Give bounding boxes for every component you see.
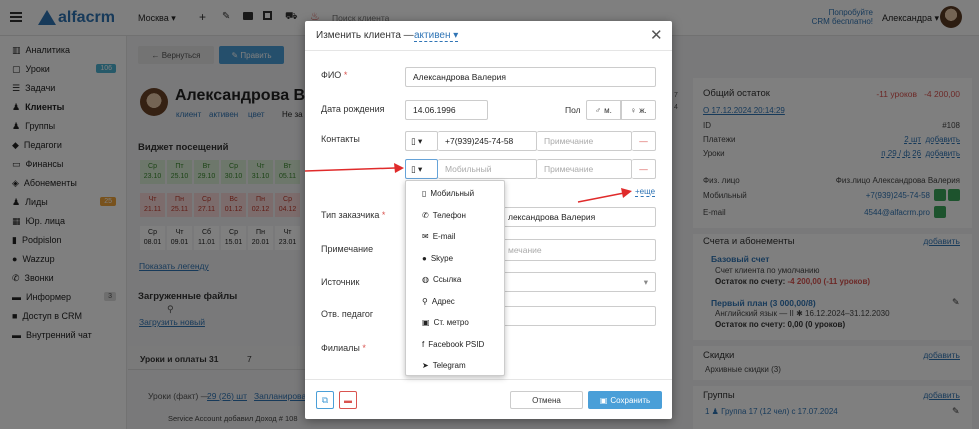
arrow-to-more-link [577,192,625,203]
arrow-head-2 [621,188,632,198]
annotation-arrows [304,163,632,203]
arrow-head-1 [394,163,404,173]
arrow-to-type-select [304,167,396,172]
